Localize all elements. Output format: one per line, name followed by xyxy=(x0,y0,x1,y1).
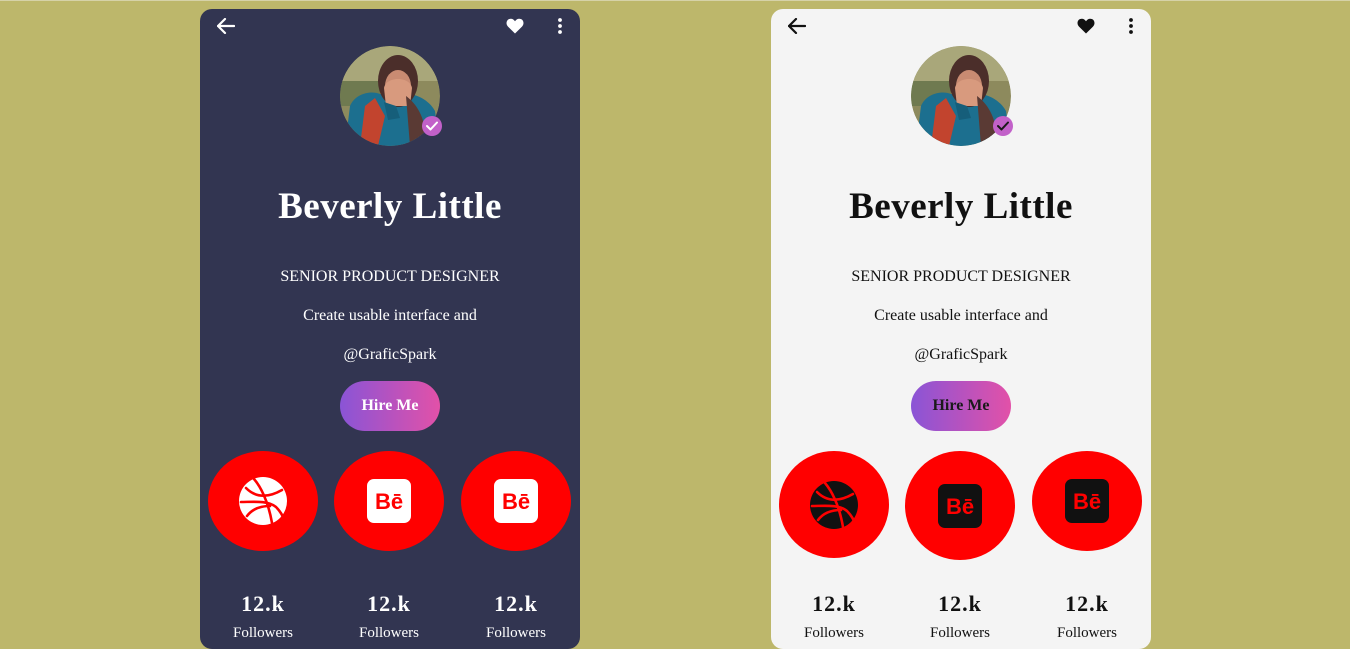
back-button[interactable] xyxy=(785,15,809,37)
svg-text:Bē: Bē xyxy=(946,494,974,519)
stat-label: Followers xyxy=(930,625,990,641)
hire-me-button[interactable]: Hire Me xyxy=(911,381,1011,431)
stat-value: 12.k xyxy=(241,591,285,616)
verified-badge xyxy=(993,116,1013,136)
stat-item: 12.k Followers xyxy=(208,592,318,642)
behance-button-1[interactable]: Bē xyxy=(905,451,1015,560)
profile-handle: @GraficSpark xyxy=(914,346,1008,363)
back-arrow-icon xyxy=(217,18,235,34)
stat-value: 12.k xyxy=(494,591,538,616)
back-arrow-icon xyxy=(788,18,806,34)
more-options-button[interactable] xyxy=(548,15,572,37)
stat-value: 12.k xyxy=(1065,591,1109,616)
card-header xyxy=(771,9,1151,43)
verified-check-icon xyxy=(426,121,438,131)
stat-label: Followers xyxy=(233,625,293,641)
avatar-container xyxy=(340,46,442,146)
more-vertical-icon xyxy=(1129,18,1133,34)
behance-icon: Bē xyxy=(494,479,538,523)
profile-name: Beverly Little xyxy=(849,186,1073,227)
card-header xyxy=(200,9,580,43)
behance-button-2[interactable]: Bē xyxy=(461,451,571,551)
stat-item: 12.k Followers xyxy=(779,592,889,642)
stat-label: Followers xyxy=(486,625,546,641)
behance-button-2[interactable]: Bē xyxy=(1032,451,1142,551)
stat-label: Followers xyxy=(1057,625,1117,641)
behance-icon: Bē xyxy=(367,479,411,523)
profile-bio: Create usable interface and xyxy=(874,307,1048,324)
dribbble-icon xyxy=(810,480,858,529)
profile-card-dark: Beverly Little SENIOR PRODUCT DESIGNER C… xyxy=(200,9,580,649)
behance-button-1[interactable]: Bē xyxy=(334,451,444,551)
behance-icon: Bē xyxy=(1065,479,1109,523)
stat-item: 12.k Followers xyxy=(334,592,444,642)
stat-label: Followers xyxy=(804,625,864,641)
svg-text:Bē: Bē xyxy=(502,489,530,514)
behance-icon: Bē xyxy=(938,483,982,528)
hire-me-button[interactable]: Hire Me xyxy=(340,381,440,431)
favorite-button[interactable] xyxy=(1073,15,1099,37)
more-options-button[interactable] xyxy=(1119,15,1143,37)
verified-badge xyxy=(422,116,442,136)
dribbble-button[interactable] xyxy=(208,451,318,551)
profile-name: Beverly Little xyxy=(278,186,502,227)
stat-label: Followers xyxy=(359,625,419,641)
stat-value: 12.k xyxy=(812,591,856,616)
stat-item: 12.k Followers xyxy=(905,592,1015,642)
verified-check-icon xyxy=(997,121,1009,131)
back-button[interactable] xyxy=(214,15,238,37)
svg-text:Bē: Bē xyxy=(375,489,403,514)
profile-title: SENIOR PRODUCT DESIGNER xyxy=(851,268,1071,285)
stat-value: 12.k xyxy=(367,591,411,616)
profile-card-light: Beverly Little SENIOR PRODUCT DESIGNER C… xyxy=(771,9,1151,649)
favorite-button[interactable] xyxy=(502,15,528,37)
dribbble-button[interactable] xyxy=(779,451,889,558)
stat-value: 12.k xyxy=(938,591,982,616)
stat-item: 12.k Followers xyxy=(461,592,571,642)
heart-icon xyxy=(1077,18,1095,34)
more-vertical-icon xyxy=(558,18,562,34)
avatar-container xyxy=(911,46,1013,146)
svg-text:Bē: Bē xyxy=(1073,489,1101,514)
stat-item: 12.k Followers xyxy=(1032,592,1142,642)
profile-title: SENIOR PRODUCT DESIGNER xyxy=(280,268,500,285)
profile-bio: Create usable interface and xyxy=(303,307,477,324)
dribbble-icon xyxy=(239,477,287,525)
top-border xyxy=(0,0,1350,1)
heart-icon xyxy=(506,18,524,34)
profile-handle: @GraficSpark xyxy=(343,346,437,363)
